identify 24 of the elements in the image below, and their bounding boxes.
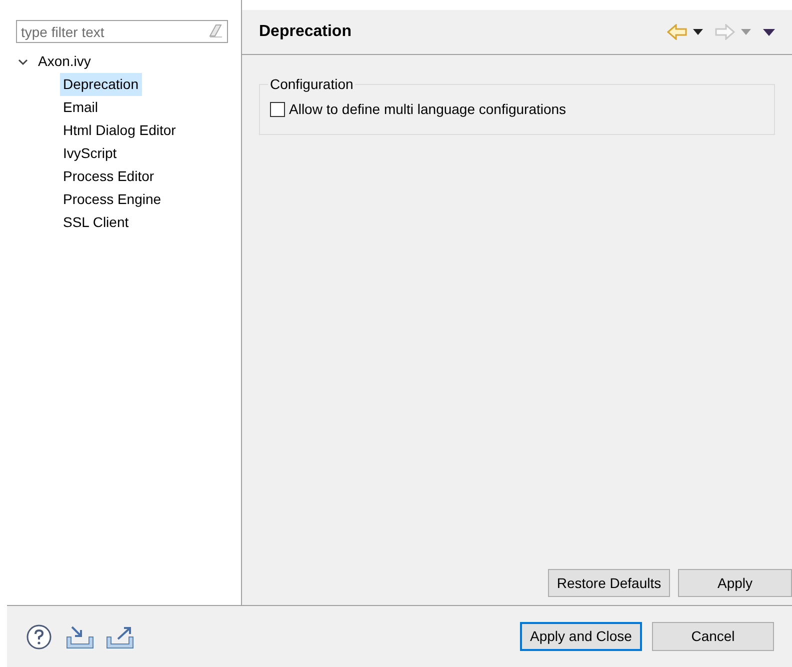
cancel-button[interactable]: Cancel xyxy=(652,622,774,651)
tree-item[interactable]: Deprecation xyxy=(60,73,142,96)
dropdown-icon[interactable] xyxy=(693,29,703,35)
tree-item[interactable]: Process Engine xyxy=(60,188,164,211)
import-icon[interactable] xyxy=(66,624,94,648)
apply-button[interactable]: Apply xyxy=(678,569,792,597)
tree-item[interactable]: Process Editor xyxy=(60,165,158,188)
chevron-down-icon[interactable] xyxy=(18,56,28,66)
tree-item[interactable]: Email xyxy=(60,96,102,119)
menu-icon[interactable] xyxy=(763,28,775,36)
tree-item[interactable]: Axon.ivy xyxy=(35,50,94,73)
tree-item[interactable]: Html Dialog Editor xyxy=(60,119,179,142)
group-title: Configuration xyxy=(269,75,354,94)
checkbox[interactable] xyxy=(270,102,285,117)
apply-and-close-button[interactable]: Apply and Close xyxy=(520,622,642,651)
checkbox-label: Allow to define multi language configurations xyxy=(289,100,566,119)
page-title: Deprecation xyxy=(259,22,352,42)
restore-defaults-button[interactable]: Restore Defaults xyxy=(548,569,670,597)
help-icon[interactable] xyxy=(26,624,52,650)
tree-item[interactable]: IvyScript xyxy=(60,142,120,165)
filter-field[interactable]: type filter text xyxy=(16,20,228,43)
eraser-icon[interactable] xyxy=(207,24,223,38)
export-icon[interactable] xyxy=(106,624,134,648)
tree-item[interactable]: SSL Client xyxy=(60,211,132,234)
